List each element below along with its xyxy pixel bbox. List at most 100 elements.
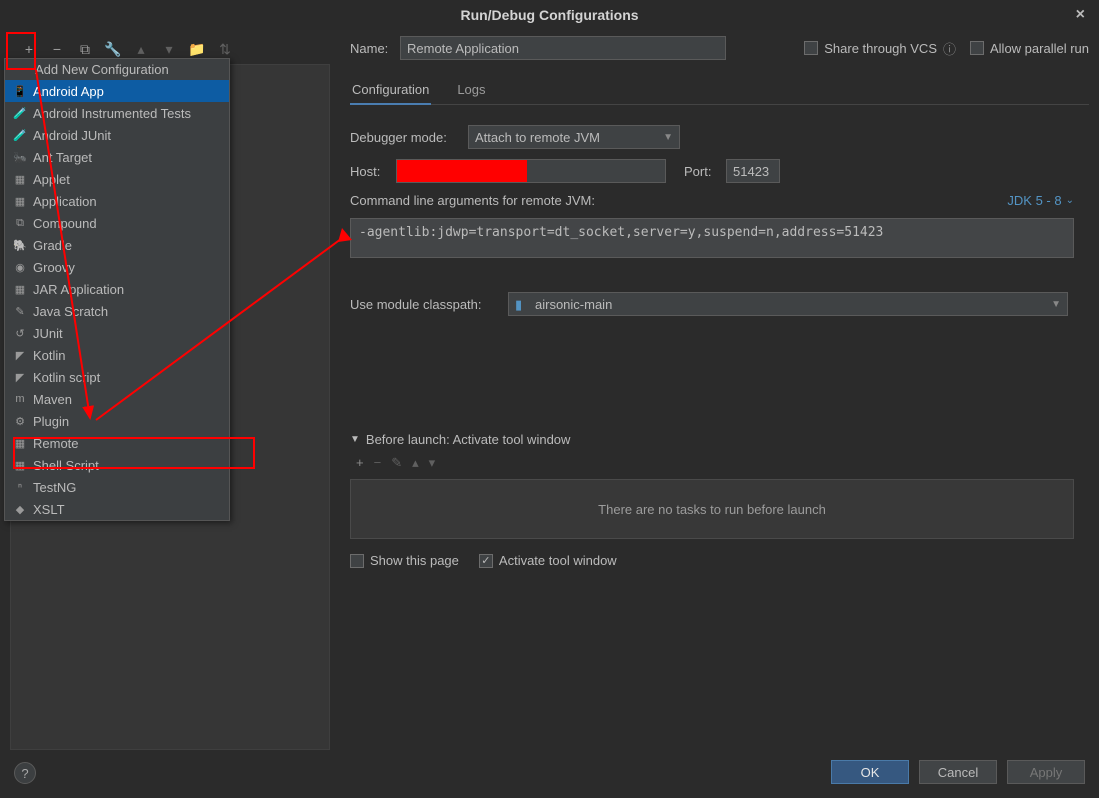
dropdown-item[interactable]: 📱Android App (5, 80, 229, 102)
move-down-icon: ▾ (160, 40, 178, 58)
dropdown-item-label: Android App (33, 84, 104, 99)
config-type-icon: ▦ (11, 193, 29, 209)
tab-configuration[interactable]: Configuration (350, 76, 431, 105)
dropdown-item-label: XSLT (33, 502, 65, 517)
dropdown-item[interactable]: ▦ Application (5, 190, 229, 212)
host-label: Host: (350, 164, 396, 179)
info-icon[interactable]: ⓘ (943, 39, 956, 58)
save-folder-icon[interactable]: 📁 (188, 40, 206, 58)
dropdown-item[interactable]: 🧪 Android JUnit (5, 124, 229, 146)
config-type-icon: ◤ (11, 369, 29, 385)
dropdown-item-label: Plugin (33, 414, 69, 429)
dropdown-item-label: TestNG (33, 480, 76, 495)
allow-parallel-checkbox[interactable]: Allow parallel run (970, 41, 1089, 56)
tab-logs[interactable]: Logs (455, 76, 487, 104)
main-panel: Name: Share through VCS ⓘ Allow parallel… (330, 36, 1089, 750)
dropdown-item-label: Gradle (33, 238, 72, 253)
dropdown-item[interactable]: ▦ Remote (5, 432, 229, 454)
config-type-icon: ▦ (11, 457, 29, 473)
dropdown-item[interactable]: 🐜 Ant Target (5, 146, 229, 168)
show-this-page-checkbox[interactable]: Show this page (350, 553, 459, 568)
config-type-icon: ⧉ (11, 215, 29, 231)
host-input[interactable] (396, 159, 666, 183)
close-icon[interactable]: × (1076, 6, 1085, 24)
remove-task-icon: − (374, 455, 382, 471)
ok-button[interactable]: OK (831, 760, 909, 784)
apply-button[interactable]: Apply (1007, 760, 1085, 784)
dropdown-item-label: Application (33, 194, 97, 209)
debugger-mode-value: Attach to remote JVM (475, 130, 600, 145)
dropdown-item[interactable]: ◤Kotlin (5, 344, 229, 366)
share-vcs-checkbox[interactable]: Share through VCS (804, 41, 937, 56)
dropdown-item-label: Android JUnit (33, 128, 111, 143)
config-type-icon: ▦ (11, 281, 29, 297)
dropdown-item[interactable]: ⧉Compound (5, 212, 229, 234)
dropdown-item[interactable]: 🐘 Gradle (5, 234, 229, 256)
dropdown-item-label: Kotlin (33, 348, 66, 363)
dropdown-item-label: JAR Application (33, 282, 124, 297)
copy-config-icon[interactable]: ⧉ (76, 40, 94, 58)
wrench-icon[interactable]: 🔧 (104, 40, 122, 58)
remove-config-icon[interactable]: − (48, 40, 66, 58)
dropdown-item[interactable]: ⁿ TestNG (5, 476, 229, 498)
port-label: Port: (684, 164, 726, 179)
config-type-icon: ▦ (11, 171, 29, 187)
config-type-icon: 🧪 (11, 127, 29, 143)
help-button[interactable]: ? (14, 762, 36, 784)
config-type-icon: 🐘 (11, 237, 29, 253)
dropdown-item[interactable]: ▦ JAR Application (5, 278, 229, 300)
jdk-version-link[interactable]: JDK 5 - 8 ⌄ (1007, 193, 1074, 208)
dropdown-item-label: Java Scratch (33, 304, 108, 319)
dropdown-item[interactable]: ✎Java Scratch (5, 300, 229, 322)
chevron-down-icon: ▼ (350, 434, 360, 445)
dropdown-item-label: JUnit (33, 326, 63, 341)
config-type-icon: 🐜 (11, 149, 29, 165)
dropdown-item-label: Maven (33, 392, 72, 407)
tasks-list: There are no tasks to run before launch (350, 479, 1074, 539)
cmd-args-label: Command line arguments for remote JVM: (350, 193, 595, 208)
add-config-dropdown: Add New Configuration 📱Android App🧪Andro… (4, 58, 230, 521)
add-config-icon[interactable]: + (20, 40, 38, 58)
config-type-icon: ⁿ (11, 479, 29, 495)
move-up-icon: ▴ (132, 40, 150, 58)
config-type-icon: ↺ (11, 325, 29, 341)
before-launch-toolbar: + − ✎ ▴ ▾ (350, 447, 1089, 479)
dialog-buttons: OK Cancel Apply (831, 760, 1085, 784)
module-classpath-label: Use module classpath: (350, 297, 508, 312)
dropdown-item[interactable]: ↺ JUnit (5, 322, 229, 344)
cancel-button[interactable]: Cancel (919, 760, 997, 784)
cmd-args-textarea[interactable]: -agentlib:jdwp=transport=dt_socket,serve… (350, 218, 1074, 258)
dropdown-item[interactable]: ⚙Plugin (5, 410, 229, 432)
debugger-mode-select[interactable]: Attach to remote JVM ▼ (468, 125, 680, 149)
module-classpath-select[interactable]: ▮ airsonic-main ▼ (508, 292, 1068, 316)
add-task-icon[interactable]: + (356, 455, 364, 471)
dropdown-item-label: Applet (33, 172, 70, 187)
dropdown-item-label: Remote (33, 436, 79, 451)
config-type-icon: ▦ (11, 435, 29, 451)
activate-tool-checkbox[interactable]: ✓ Activate tool window (479, 553, 617, 568)
move-up-icon: ▴ (412, 455, 419, 471)
dropdown-item-label: Groovy (33, 260, 75, 275)
tabs: Configuration Logs (350, 76, 1089, 105)
dropdown-item[interactable]: ◆XSLT (5, 498, 229, 520)
before-launch-header[interactable]: ▼ Before launch: Activate tool window (350, 432, 1089, 447)
sort-icon: ⇅ (216, 40, 234, 58)
allow-parallel-label: Allow parallel run (990, 41, 1089, 56)
dropdown-item[interactable]: ▦Shell Script (5, 454, 229, 476)
dropdown-item-label: Android Instrumented Tests (33, 106, 191, 121)
dropdown-item[interactable]: ◉Groovy (5, 256, 229, 278)
name-label: Name: (350, 41, 400, 56)
dropdown-item[interactable]: ▦ Applet (5, 168, 229, 190)
dropdown-item-label: Kotlin script (33, 370, 100, 385)
dropdown-item[interactable]: mMaven (5, 388, 229, 410)
dropdown-item[interactable]: ◤ Kotlin script (5, 366, 229, 388)
debugger-mode-label: Debugger mode: (350, 130, 468, 145)
dropdown-item-label: Ant Target (33, 150, 92, 165)
chevron-down-icon: ▼ (1051, 299, 1061, 310)
share-vcs-label: Share through VCS (824, 41, 937, 56)
dropdown-item[interactable]: 🧪Android Instrumented Tests (5, 102, 229, 124)
dropdown-header: Add New Configuration (5, 59, 229, 80)
checkbox-box-icon (804, 41, 818, 55)
port-input[interactable] (726, 159, 780, 183)
name-input[interactable] (400, 36, 726, 60)
